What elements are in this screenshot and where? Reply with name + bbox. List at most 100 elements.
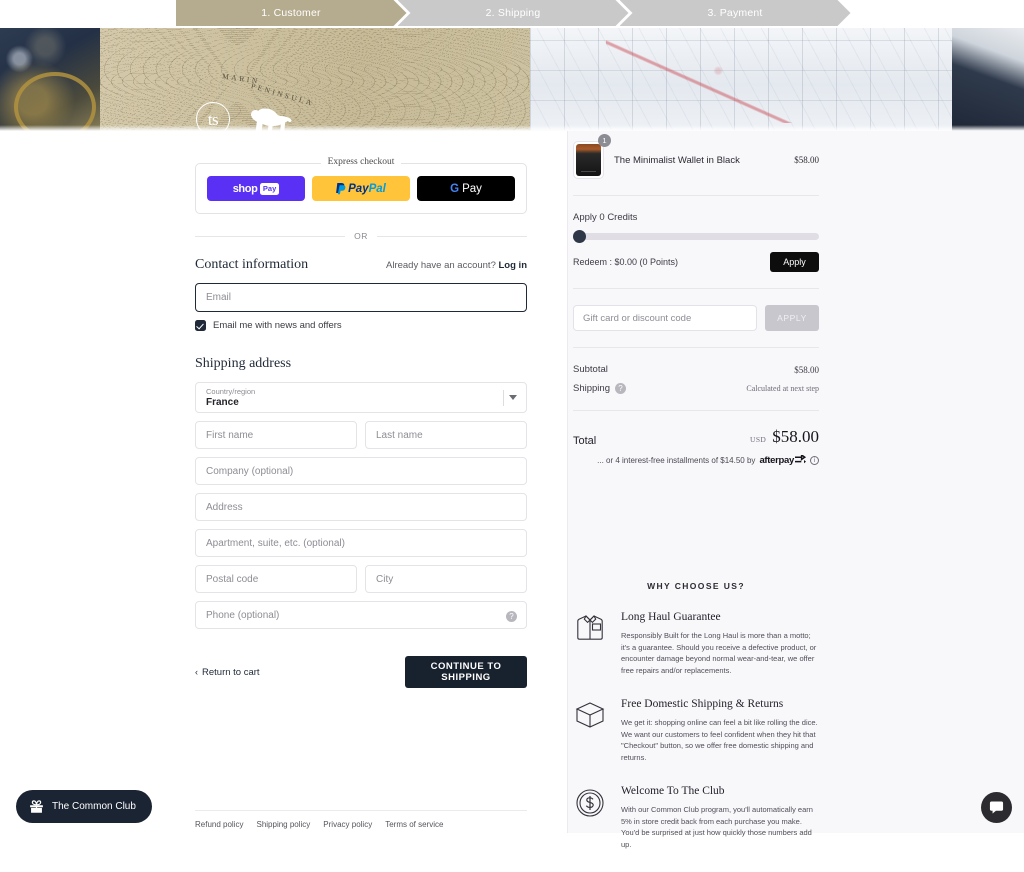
apartment-placeholder: Apartment, suite, etc. (optional) <box>206 538 345 549</box>
discount-code-input[interactable]: Gift card or discount code <box>573 305 757 331</box>
why-heading-3: Welcome To The Club <box>621 785 819 797</box>
subtotal-row: Subtotal $58.00 <box>573 364 819 375</box>
last-name-input[interactable]: Last name <box>365 421 527 449</box>
banner-photo-left <box>0 28 108 131</box>
why-text-2: We get it: shopping online can feel a bi… <box>621 717 819 763</box>
phone-placeholder: Phone (optional) <box>206 610 279 621</box>
company-input[interactable]: Company (optional) <box>195 457 527 485</box>
phone-help-icon[interactable]: ? <box>506 611 517 622</box>
redeem-row: Redeem : $0.00 (0 Points) Apply <box>573 252 819 272</box>
chevron-down-icon[interactable] <box>509 395 517 400</box>
coin-icon <box>573 785 607 850</box>
postal-city-row: Postal code City <box>195 565 527 593</box>
banner-topographic-map: MARIN PENINSULA <box>100 28 530 131</box>
google-pay-button[interactable]: G Pay <box>417 176 515 201</box>
address-input[interactable]: Address <box>195 493 527 521</box>
step-payment[interactable]: 3. Payment <box>620 0 851 26</box>
shirt-icon <box>573 611 607 676</box>
company-placeholder: Company (optional) <box>206 466 293 477</box>
shipping-row: Shipping ? Calculated at next step <box>573 383 819 394</box>
first-name-input[interactable]: First name <box>195 421 357 449</box>
phone-input[interactable]: Phone (optional) ? <box>195 601 527 629</box>
why-item-body-2: Free Domestic Shipping & Returns We get … <box>621 698 819 763</box>
shop-pay-button[interactable]: shop Pay <box>207 176 305 201</box>
banner-artwork: MARIN PENINSULA <box>0 28 1024 131</box>
postal-code-placeholder: Postal code <box>206 574 258 585</box>
step-customer[interactable]: 1. Customer <box>176 0 407 26</box>
email-input[interactable]: Email <box>195 283 527 312</box>
shop-pay-tag: Pay <box>260 183 279 195</box>
chat-widget-button[interactable] <box>981 792 1012 823</box>
return-to-cart-label: Return to cart <box>202 667 260 678</box>
google-pay-word: Pay <box>462 183 482 195</box>
quantity-badge: 1 <box>598 134 611 147</box>
contact-information-title: Contact information <box>195 257 308 273</box>
express-checkout-label: Express checkout <box>321 157 402 167</box>
afterpay-installments-row: ... or 4 interest-free installments of $… <box>573 454 819 466</box>
shipping-label: Shipping <box>573 383 610 394</box>
subtotal-value: $58.00 <box>794 365 819 375</box>
name-row: First name Last name <box>195 421 527 449</box>
apply-discount-button[interactable]: APPLY <box>765 305 819 331</box>
paypal-icon <box>336 183 346 195</box>
why-text-1: Responsibly Built for the Long Haul is m… <box>621 630 819 676</box>
city-placeholder: City <box>376 574 393 585</box>
paypal-word-pay: Pay <box>348 183 368 195</box>
summary-divider-1 <box>573 195 819 196</box>
step-payment-label: 3. Payment <box>707 7 762 19</box>
shipping-help-icon[interactable]: ? <box>615 383 626 394</box>
newsletter-opt-in-row[interactable]: Email me with news and offers <box>195 320 527 331</box>
return-to-cart-link[interactable]: ‹ Return to cart <box>195 667 260 678</box>
ts-monogram-text: ts <box>208 111 218 128</box>
afterpay-logo: afterpay <box>759 454 806 466</box>
apartment-input[interactable]: Apartment, suite, etc. (optional) <box>195 529 527 557</box>
account-prompt: Already have an account? Log in <box>386 260 527 271</box>
footer-link-privacy-policy[interactable]: Privacy policy <box>323 820 372 829</box>
select-divider <box>503 390 504 406</box>
credits-slider[interactable] <box>573 233 819 240</box>
continue-to-shipping-button[interactable]: CONTINUE TO SHIPPING <box>405 656 527 688</box>
city-input[interactable]: City <box>365 565 527 593</box>
product-price: $58.00 <box>794 155 819 165</box>
address-placeholder: Address <box>206 502 243 513</box>
credits-slider-handle[interactable] <box>573 230 586 243</box>
last-name-placeholder: Last name <box>376 430 423 441</box>
chevron-left-icon: ‹ <box>195 667 198 677</box>
afterpay-info-icon[interactable]: i <box>810 456 819 465</box>
footer-link-refund-policy[interactable]: Refund policy <box>195 820 243 829</box>
newsletter-checkbox[interactable] <box>195 320 206 331</box>
footer-link-terms-of-service[interactable]: Terms of service <box>385 820 443 829</box>
redeem-text: Redeem : $0.00 (0 Points) <box>573 257 678 267</box>
express-checkout-buttons: shop Pay PayPal G Pay <box>195 163 527 214</box>
discount-code-placeholder: Gift card or discount code <box>583 313 691 324</box>
shipping-value: Calculated at next step <box>746 384 819 393</box>
common-club-button[interactable]: The Common Club <box>16 790 152 823</box>
or-line-right <box>377 236 527 237</box>
product-image <box>576 144 601 176</box>
step-shipping[interactable]: 2. Shipping <box>398 0 629 26</box>
apply-credits-button[interactable]: Apply <box>770 252 819 272</box>
log-in-link[interactable]: Log in <box>499 260 528 271</box>
paypal-word-pal: Pal <box>369 183 386 195</box>
footer-link-shipping-policy[interactable]: Shipping policy <box>256 820 310 829</box>
postal-code-input[interactable]: Postal code <box>195 565 357 593</box>
why-choose-us-title: WHY CHOOSE US? <box>573 581 819 591</box>
google-g-icon: G <box>450 183 459 195</box>
common-club-label: The Common Club <box>52 801 136 812</box>
footer-policy-links: Refund policy Shipping policy Privacy po… <box>195 810 527 829</box>
why-heading-1: Long Haul Guarantee <box>621 611 819 623</box>
checkout-form-column: Express checkout shop Pay PayPal G Pay <box>0 131 567 833</box>
paypal-button[interactable]: PayPal <box>312 176 410 201</box>
ts-monogram-icon: ts <box>196 102 230 131</box>
why-heading-2: Free Domestic Shipping & Returns <box>621 698 819 710</box>
order-line-item: 1 The Minimalist Wallet in Black $58.00 <box>573 141 819 179</box>
why-item-welcome-to-club: Welcome To The Club With our Common Club… <box>573 785 819 850</box>
country-region-select[interactable]: Country/region France <box>195 382 527 413</box>
shop-pay-word: shop <box>233 183 258 195</box>
total-label: Total <box>573 435 596 447</box>
total-value-wrap: USD $58.00 <box>750 427 819 447</box>
store-logo[interactable]: ts <box>196 102 292 131</box>
shipping-address-title: Shipping address <box>195 356 527 372</box>
afterpay-text: ... or 4 interest-free installments of $… <box>597 456 755 465</box>
subtotal-label: Subtotal <box>573 364 608 375</box>
